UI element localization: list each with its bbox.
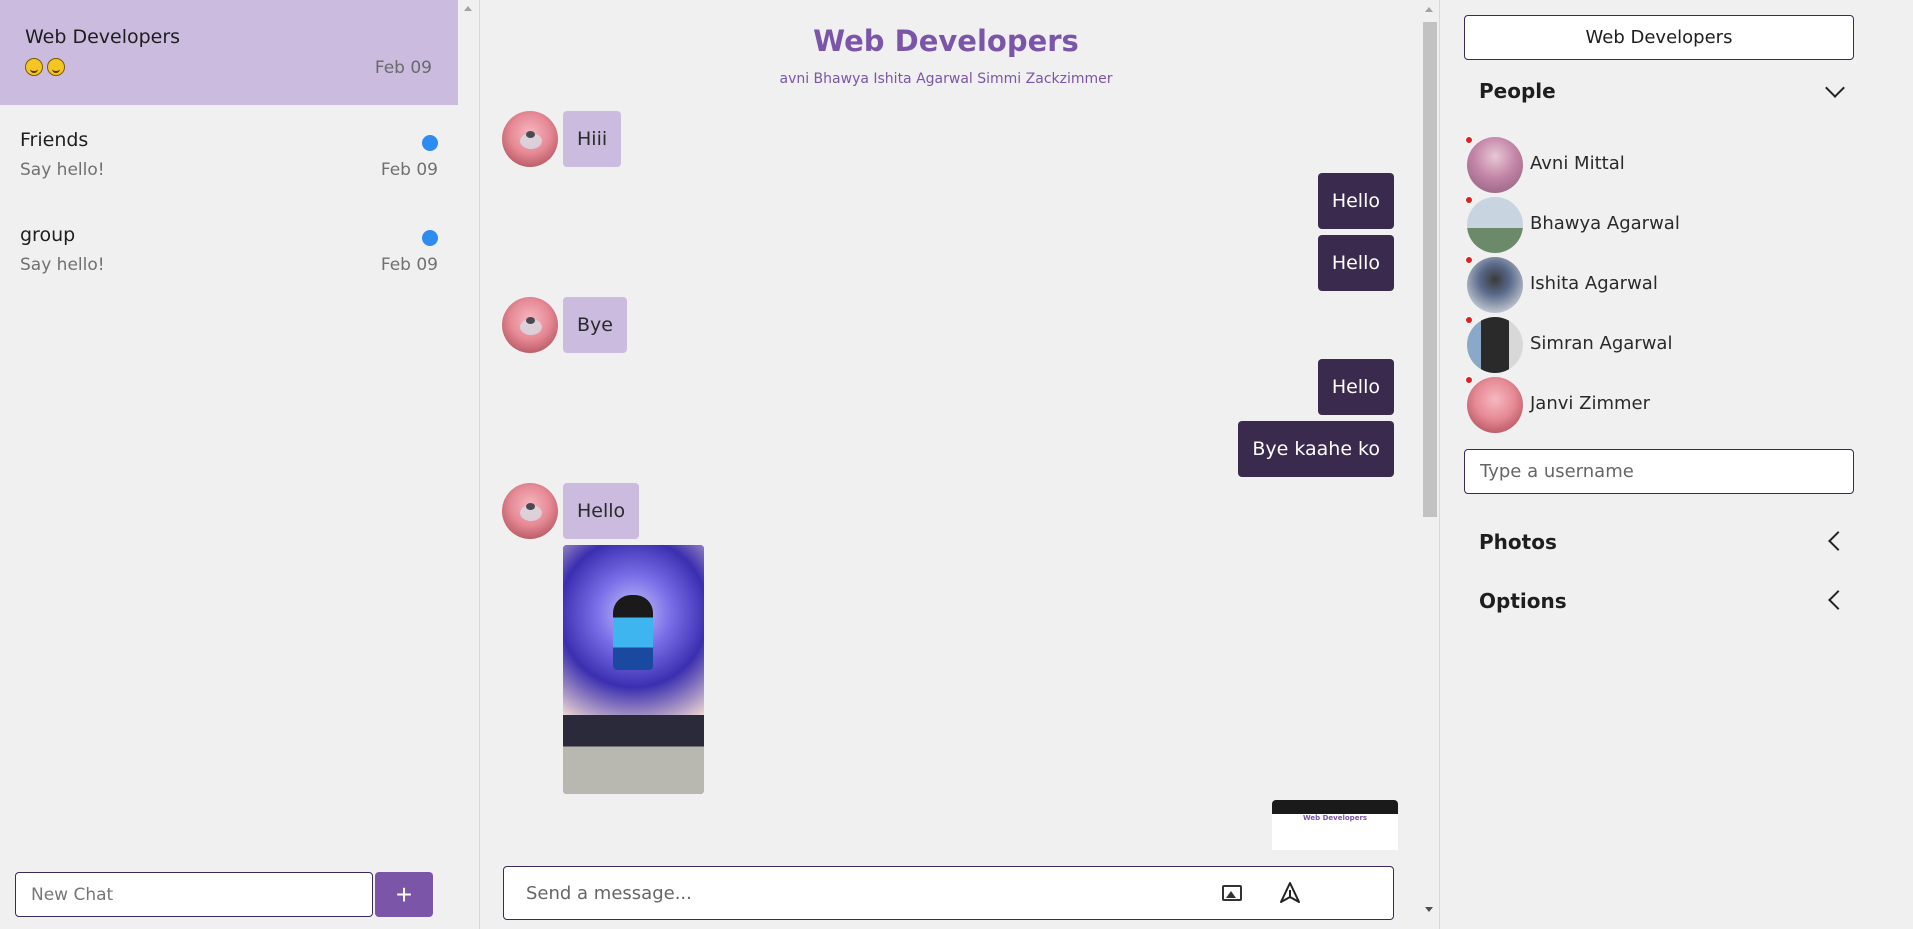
new-chat-input[interactable] <box>15 872 373 917</box>
add-chat-button[interactable]: + <box>375 872 433 917</box>
online-dot-icon <box>1465 256 1473 264</box>
message-composer <box>503 866 1394 920</box>
outgoing-message: Bye kaahe ko <box>1238 421 1394 477</box>
person-item[interactable]: Simran Agarwal <box>1465 316 1857 373</box>
image-message-screenshot[interactable]: Web Developers <box>1272 800 1398 850</box>
people-heading[interactable]: People <box>1479 79 1556 103</box>
chat-item-group[interactable]: group Say hello! Feb 09 <box>0 200 458 295</box>
conversation-title: Web Developers <box>813 24 1079 58</box>
chat-item-date: Feb 09 <box>374 58 432 78</box>
outgoing-message: Hello <box>1317 173 1394 229</box>
chat-item-web-developers[interactable]: Web Developers Feb 09 <box>0 0 458 105</box>
image-message-caption: Web Developers <box>1302 814 1368 822</box>
grinning-emoji-icon <box>25 58 43 76</box>
online-dot-icon <box>1465 196 1473 204</box>
chevron-left-icon[interactable] <box>1828 531 1848 551</box>
image-message-browser-bar <box>1272 800 1398 814</box>
image-message-keyboard <box>563 715 704 794</box>
chat-list-scrollbar[interactable] <box>458 0 480 929</box>
chevron-left-icon[interactable] <box>1828 590 1848 610</box>
photos-heading[interactable]: Photos <box>1479 530 1557 554</box>
person-item[interactable]: Ishita Agarwal <box>1465 256 1857 313</box>
incoming-message: Hello <box>563 483 640 539</box>
person-name: Simran Agarwal <box>1530 333 1673 354</box>
avatar <box>1467 377 1523 433</box>
conversation-panel: Web Developers avni Bhawya Ishita Agarwa… <box>481 0 1440 929</box>
image-message-figure <box>613 595 653 670</box>
outgoing-message: Hello <box>1317 235 1394 291</box>
chat-details-panel: Web Developers People Avni Mittal Bhawya… <box>1441 0 1913 929</box>
chat-item-preview: Say hello! <box>20 160 105 180</box>
options-heading[interactable]: Options <box>1479 589 1567 613</box>
person-item[interactable]: Avni Mittal <box>1465 136 1857 193</box>
sender-avatar <box>502 297 558 353</box>
incoming-message: Hiii <box>563 111 622 167</box>
unread-dot-icon <box>422 135 438 151</box>
scrollbar-thumb[interactable] <box>1423 22 1437 517</box>
image-upload-icon[interactable] <box>1222 885 1242 901</box>
message-input[interactable] <box>526 877 1176 909</box>
sender-avatar <box>502 111 558 167</box>
chat-item-date: Feb 09 <box>380 255 438 275</box>
chat-item-title: group <box>20 224 76 246</box>
chat-list-panel: Web Developers Feb 09 Friends Say hello!… <box>0 0 458 929</box>
unread-dot-icon <box>422 230 438 246</box>
person-item[interactable]: Bhawya Agarwal <box>1465 196 1857 253</box>
person-name: Avni Mittal <box>1530 153 1625 174</box>
scroll-down-arrow-icon[interactable] <box>1425 907 1433 912</box>
conversation-members: avni Bhawya Ishita Agarwal Simmi Zackzim… <box>779 71 1113 87</box>
outgoing-message: Hello <box>1317 359 1394 415</box>
online-dot-icon <box>1465 316 1473 324</box>
avatar <box>1467 257 1523 313</box>
chat-item-friends[interactable]: Friends Say hello! Feb 09 <box>0 105 458 200</box>
online-dot-icon <box>1465 136 1473 144</box>
scroll-up-arrow-icon[interactable] <box>464 6 472 11</box>
incoming-message: Bye <box>563 297 627 353</box>
chat-item-date: Feb 09 <box>380 160 438 180</box>
username-input[interactable] <box>1464 449 1854 494</box>
avatar <box>1467 137 1523 193</box>
chat-item-preview: Say hello! <box>20 255 105 275</box>
chat-item-title: Web Developers <box>25 26 181 48</box>
person-name: Ishita Agarwal <box>1530 273 1658 294</box>
person-name: Janvi Zimmer <box>1530 393 1650 414</box>
chevron-down-icon[interactable] <box>1825 78 1845 98</box>
avatar <box>1467 197 1523 253</box>
chat-list: Web Developers Feb 09 Friends Say hello!… <box>0 0 458 295</box>
avatar <box>1467 317 1523 373</box>
sender-avatar <box>502 483 558 539</box>
group-name-button[interactable]: Web Developers <box>1464 15 1854 60</box>
send-icon[interactable] <box>1279 881 1301 905</box>
image-message[interactable] <box>563 545 704 794</box>
scroll-up-arrow-icon[interactable] <box>1425 7 1433 12</box>
online-dot-icon <box>1465 376 1473 384</box>
conversation-scrollbar[interactable] <box>1419 0 1439 929</box>
chat-item-title: Friends <box>20 129 89 151</box>
person-item[interactable]: Janvi Zimmer <box>1465 376 1857 433</box>
person-name: Bhawya Agarwal <box>1530 213 1680 234</box>
grinning-emoji-icon <box>47 58 65 76</box>
